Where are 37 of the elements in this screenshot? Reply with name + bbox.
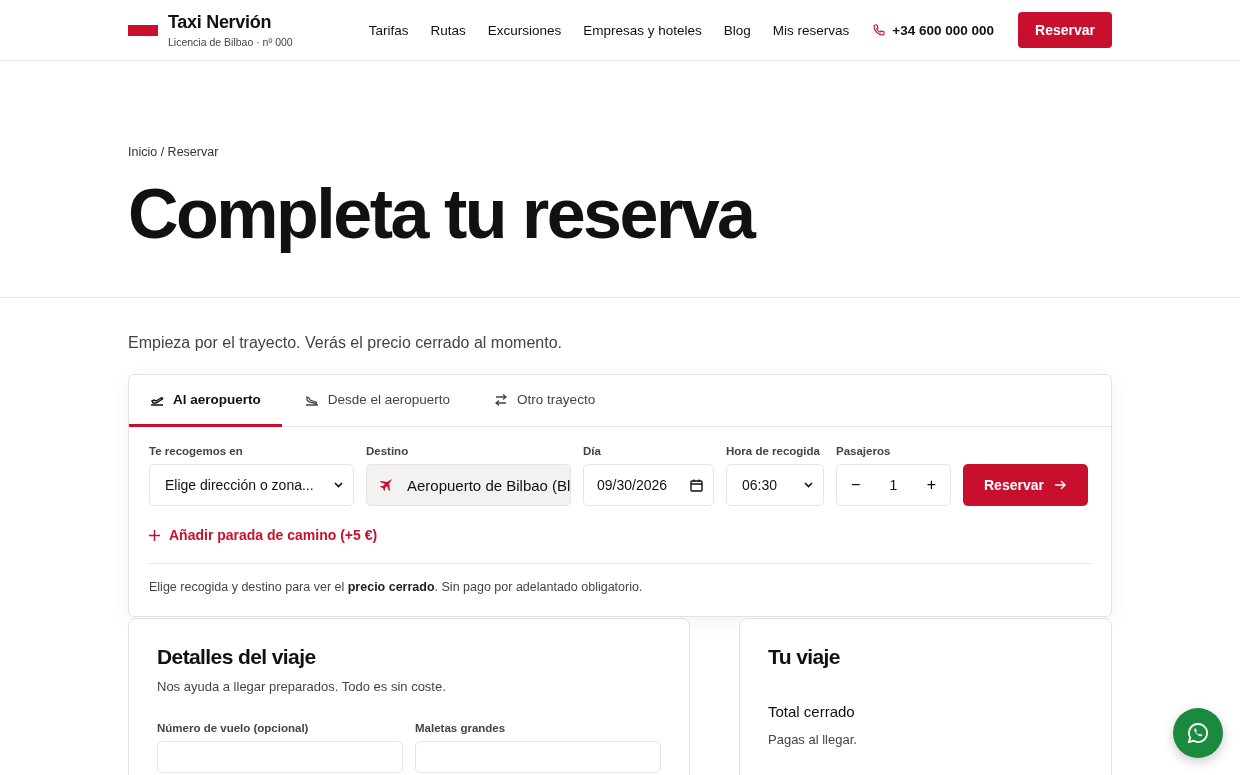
nav-link[interactable]: Mis reservas <box>772 22 850 38</box>
field-label: Pasajeros <box>836 445 892 457</box>
reserve-submit-button[interactable]: Reservar <box>963 464 1088 506</box>
increase-button[interactable]: + <box>924 476 938 494</box>
total-label: Total cerrado <box>768 703 856 720</box>
decrease-button[interactable]: − <box>849 476 863 494</box>
intro-text: Empieza por el trayecto. Verás el precio cerrado al momento. <box>128 334 563 352</box>
field-label: Te recogemos en <box>149 445 244 457</box>
reserve-button[interactable]: Reservar <box>1018 12 1112 48</box>
field-label: Hora de recogida <box>726 445 821 457</box>
brand-name[interactable]: Taxi Nervión <box>168 12 293 33</box>
nav-link[interactable]: Blog <box>723 22 751 38</box>
date-field[interactable]: 09/30/2026 <box>583 464 714 506</box>
trip-tab[interactable]: Desde el aeropuerto <box>283 375 472 427</box>
dropdown-field[interactable]: 06:30 <box>726 464 824 506</box>
passenger-count: 1 <box>889 477 898 493</box>
nav-link[interactable]: Rutas <box>430 22 466 38</box>
nav-link[interactable]: Empresas y hoteles <box>583 22 702 38</box>
dropdown-field[interactable]: Elige dirección o zona... <box>149 464 354 506</box>
card-title: Tu viaje <box>768 645 841 669</box>
trip-tab[interactable]: Al aeropuerto <box>129 375 282 427</box>
nav-link[interactable]: Tarifas <box>368 22 409 38</box>
nav-link[interactable]: Excursiones <box>487 22 562 38</box>
trip-tab[interactable]: Otro trayecto <box>473 375 617 427</box>
price-note: Elige recogida y destino para ver el precio cerrado. Sin pago por adelantado obligatorio. <box>149 579 644 596</box>
field-label: Día <box>583 445 602 457</box>
field-label: Número de vuelo (opcional) <box>157 722 310 734</box>
breadcrumb: Inicio / Reservar <box>128 145 220 159</box>
payment-note: Pagas al llegar. <box>768 732 858 747</box>
card-title: Detalles del viaje <box>157 645 317 669</box>
license-text: Licencia de Bilbao · nº 000 <box>168 36 293 48</box>
destination-field: Aeropuerto de Bilbao (Bl <box>366 464 571 506</box>
phone-number[interactable]: +34 600 000 000 <box>892 22 995 38</box>
field-label: Maletas grandes <box>415 722 507 734</box>
add-stop-link[interactable]: Añadir parada de camino (+5 €) <box>149 527 378 543</box>
card-subtitle: Nos ayuda a llegar preparados. Todo es sin coste. <box>157 679 447 694</box>
field-label: Destino <box>366 445 410 457</box>
